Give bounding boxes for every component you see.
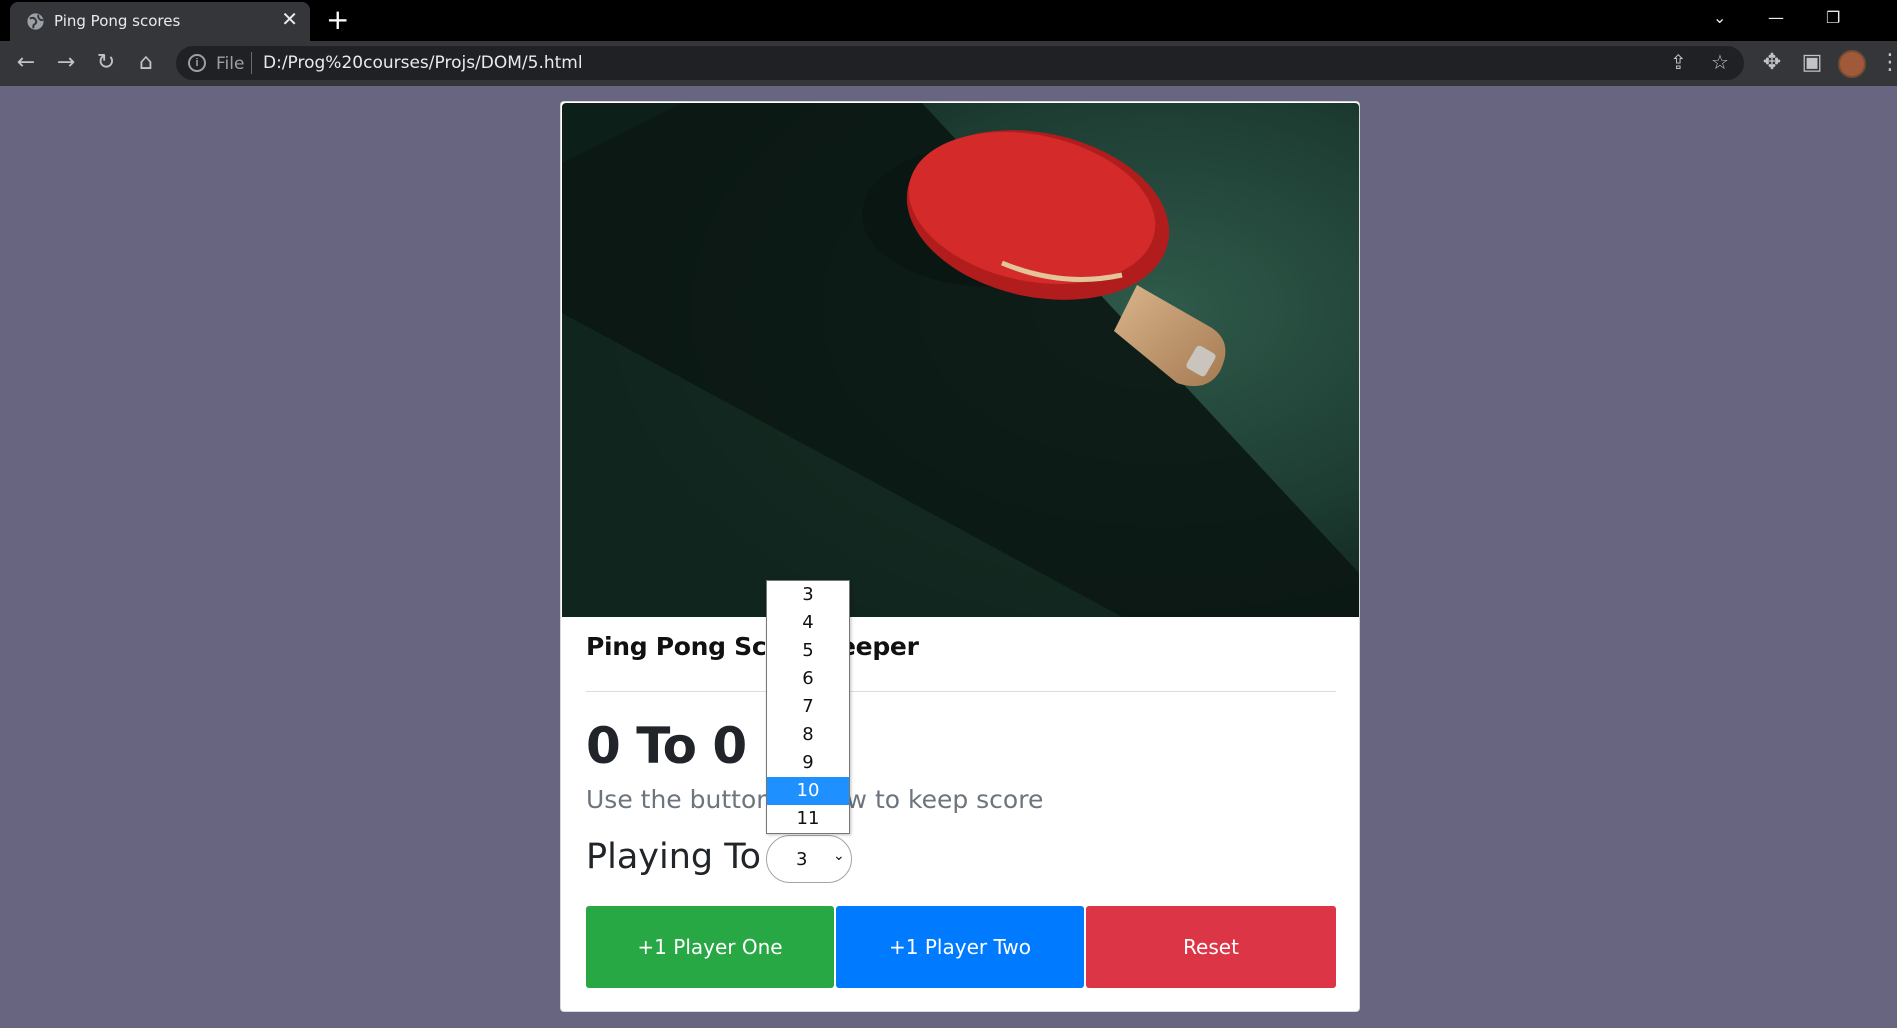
restore-icon[interactable]: ❐ [1826,8,1840,27]
chevron-down-icon: ⌄ [833,848,845,864]
dropdown-option-highlighted[interactable]: 10 [767,777,849,805]
dropdown-option[interactable]: 8 [767,721,849,749]
score-display: 0 To 0 [586,717,747,775]
player-one-button[interactable]: +1 Player One [586,906,834,988]
browser-toolbar: ← → ↻ ⌂ i File D:/Prog%20courses/Projs/D… [0,41,1897,86]
reload-icon[interactable]: ↻ [92,49,120,77]
site-info-icon[interactable]: i [188,54,206,72]
tab-search-icon[interactable]: ⌄ [1713,8,1726,27]
scheme-label: File [216,54,245,74]
playing-to-dropdown-list: 3 4 5 6 7 8 9 10 11 [766,580,850,834]
tab-title: Ping Pong scores [54,12,181,30]
select-value: 3 [796,849,808,870]
dropdown-option[interactable]: 4 [767,609,849,637]
browser-tab-bar: Ping Pong scores ✕ + ⌄ — ❐ [0,0,1897,41]
globe-icon [27,13,44,30]
address-bar[interactable]: i File D:/Prog%20courses/Projs/DOM/5.htm… [176,46,1744,80]
player-two-button[interactable]: +1 Player Two [836,906,1084,988]
url-text[interactable]: D:/Prog%20courses/Projs/DOM/5.html [263,53,583,73]
dropdown-option[interactable]: 6 [767,665,849,693]
reset-button[interactable]: Reset [1086,906,1336,988]
menu-icon[interactable]: ⋮ [1876,49,1897,77]
address-separator [251,52,252,74]
profile-avatar[interactable] [1838,50,1866,78]
bookmark-star-icon[interactable]: ☆ [1711,50,1729,74]
button-row: +1 Player One +1 Player Two Reset [586,906,1336,988]
browser-tab[interactable]: Ping Pong scores ✕ [10,2,310,41]
card-title: Ping Pong Score Keeper [586,632,919,661]
dropdown-option[interactable]: 5 [767,637,849,665]
dropdown-option[interactable]: 9 [767,749,849,777]
playing-to-label: Playing To [586,837,762,877]
title-divider [586,691,1336,692]
side-panel-icon[interactable]: ▣ [1798,49,1826,77]
extensions-icon[interactable]: ✥ [1758,49,1786,77]
forward-icon[interactable]: → [52,49,80,77]
minimize-icon[interactable]: — [1768,8,1784,27]
card-body: Ping Pong Score Keeper 0 To 0 Use the bu… [586,632,1336,988]
tab-close-icon[interactable]: ✕ [281,10,298,30]
ping-pong-paddle-image [562,103,1359,617]
score-card: Ping Pong Score Keeper 0 To 0 Use the bu… [560,101,1360,1012]
back-icon[interactable]: ← [12,49,40,77]
home-icon[interactable]: ⌂ [132,49,160,77]
dropdown-option[interactable]: 3 [767,581,849,609]
dropdown-option[interactable]: 7 [767,693,849,721]
share-icon[interactable]: ⇪ [1670,50,1687,74]
dropdown-option[interactable]: 11 [767,805,849,833]
playing-to-select[interactable]: 3 ⌄ [766,835,852,883]
new-tab-button[interactable]: + [326,4,349,36]
